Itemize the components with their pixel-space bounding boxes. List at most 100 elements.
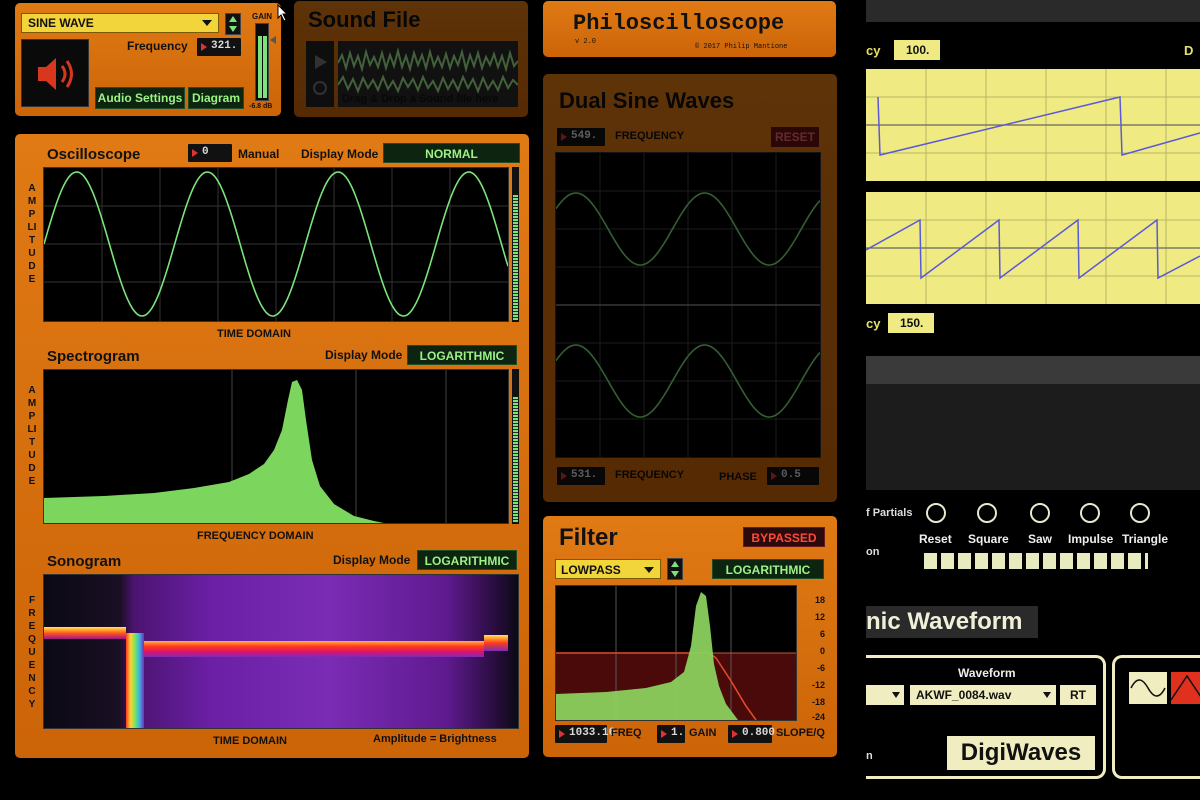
saw-knob[interactable] xyxy=(1030,503,1050,523)
gain-handle-icon[interactable] xyxy=(270,36,276,44)
chevron-down-icon xyxy=(1043,692,1051,698)
freq-bottom-number[interactable]: 150. xyxy=(888,313,934,333)
filter-response-display[interactable] xyxy=(555,585,797,721)
dual-sine-freq1-label: FREQUENCY xyxy=(615,130,685,142)
dual-sine-title: Dual Sine Waves xyxy=(559,88,735,113)
gain-meter-fill xyxy=(258,36,262,98)
filter-response-graph xyxy=(556,586,796,720)
filter-panel: Filter BYPASSED LOWPASS LOGARITHMIC 18 1… xyxy=(543,516,837,757)
oscilloscope-display-mode-label: Display Mode xyxy=(301,147,379,161)
filter-freq-number[interactable]: 1033.16 xyxy=(555,725,615,743)
filter-type-select[interactable]: LOWPASS xyxy=(555,559,661,579)
diagram-button[interactable]: Diagram xyxy=(188,87,244,109)
filter-type-value: LOWPASS xyxy=(561,563,621,577)
gain-db-readout: -6.8 dB xyxy=(249,103,273,110)
oscilloscope-display xyxy=(43,167,509,322)
mouse-cursor-icon xyxy=(277,4,289,22)
filter-scale-mode-button[interactable]: LOGARITHMIC xyxy=(712,559,824,579)
sonogram-title: Sonogram xyxy=(47,553,122,570)
oscilloscope-display-mode-button[interactable]: NORMAL xyxy=(383,143,520,163)
sonogram-display-mode-button[interactable]: LOGARITHMIC xyxy=(417,550,517,570)
bank-select[interactable] xyxy=(866,685,904,705)
triangle-button-label: Triangle xyxy=(1122,532,1169,546)
waveform-label: Waveform xyxy=(958,666,1016,680)
oscilloscope-offset-number[interactable]: 0 xyxy=(188,144,232,162)
waveform-stepper[interactable] xyxy=(225,13,241,35)
filter-gain-label: GAIN xyxy=(689,727,717,739)
spectrogram-display xyxy=(43,369,509,524)
rt-button[interactable]: RT xyxy=(1060,685,1096,705)
background-window: cy 100. D cy 150. f Partials on Reset Sq… xyxy=(865,0,1200,800)
toggle-row[interactable] xyxy=(924,553,1148,569)
sound-file-drop-zone[interactable]: Drag & Drop a Sound file here xyxy=(338,41,518,107)
spectrogram-display-mode-button[interactable]: LOGARITHMIC xyxy=(407,345,517,365)
waveform-select-value: SINE WAVE xyxy=(28,16,94,30)
drop-hint: Drag & Drop a Sound file here xyxy=(342,93,499,105)
oscilloscope-trace xyxy=(43,168,509,321)
sonogram-band-main xyxy=(144,641,484,657)
waveform-file-select[interactable]: AKWF_0084.wav xyxy=(910,685,1056,705)
square-knob[interactable] xyxy=(977,503,997,523)
filter-type-stepper[interactable] xyxy=(667,558,683,580)
frequency-label: Frequency xyxy=(127,39,188,53)
section-title: nic Waveform xyxy=(866,608,1023,635)
dual-sine-panel: Dual Sine Waves 549. FREQUENCY RESET 531… xyxy=(543,74,837,502)
db-tick: 18 xyxy=(814,595,825,605)
spectrogram-trace xyxy=(44,370,447,523)
filter-title: Filter xyxy=(559,524,618,551)
saw-scope-bottom xyxy=(865,192,1200,304)
gain-label: GAIN xyxy=(252,12,272,21)
dual-sine-phase-label: PHASE xyxy=(719,471,757,483)
play-icon[interactable] xyxy=(315,55,327,69)
frequency-number[interactable]: 321. xyxy=(197,38,241,56)
audio-settings-button[interactable]: Audio Settings xyxy=(95,87,185,109)
sonogram-band-low xyxy=(44,627,126,639)
sonogram-y-axis-label: FREQUENCY xyxy=(28,595,36,710)
spectrogram-y-axis-label: AMPLITUDE xyxy=(27,385,37,487)
filter-gain-number[interactable]: 1. xyxy=(657,725,685,743)
version-label: v 2.0 xyxy=(575,38,597,46)
copyright-label: © 2017 Philip Mantione xyxy=(695,43,788,51)
sine-shape-button[interactable] xyxy=(1129,672,1167,704)
filter-freq-label: FREQ xyxy=(611,727,642,739)
filter-slope-number[interactable]: 0.800 xyxy=(728,725,775,743)
filter-db-scale: 18 12 6 0 -6 -12 -18 -24 xyxy=(799,585,829,722)
gain-meter-fill-right xyxy=(263,36,267,98)
db-tick: -12 xyxy=(811,680,825,690)
sound-file-title: Sound File xyxy=(308,7,421,32)
filter-bypass-button[interactable]: BYPASSED xyxy=(743,527,825,547)
spectrogram-x-axis-label: FREQUENCY DOMAIN xyxy=(197,530,314,542)
spectrogram-display-mode-label: Display Mode xyxy=(325,348,403,362)
saw-trace-bottom xyxy=(865,192,1200,304)
arrow-down-icon xyxy=(671,571,679,577)
analysis-panel: Oscilloscope 0 Manual Display Mode NORMA… xyxy=(15,134,529,758)
triangle-shape-button[interactable] xyxy=(1170,672,1200,704)
header-panel: Philoscilloscope v 2.0 © 2017 Philip Man… xyxy=(543,1,836,57)
loop-icon[interactable] xyxy=(313,81,327,95)
oscilloscope-x-axis-label: TIME DOMAIN xyxy=(217,328,291,340)
spectrogram-level-fill xyxy=(513,397,518,522)
speaker-button[interactable] xyxy=(21,39,89,107)
reset-knob[interactable] xyxy=(926,503,946,523)
chevron-down-icon xyxy=(892,692,900,698)
dual-sine-freq1-number[interactable]: 549. xyxy=(557,128,605,146)
background-toolbar-2 xyxy=(866,356,1200,384)
n-label: n xyxy=(866,750,873,762)
oscilloscope-level-fill xyxy=(513,195,518,320)
dual-sine-freq2-label: FREQUENCY xyxy=(615,469,685,481)
dual-sine-phase-number[interactable]: 0.5 xyxy=(767,467,819,485)
gain-meter[interactable] xyxy=(255,23,269,101)
waveform-select[interactable]: SINE WAVE xyxy=(21,13,219,33)
arrow-up-icon xyxy=(671,561,679,567)
freq-top-number[interactable]: 100. xyxy=(894,40,940,60)
spectrogram-level-meter xyxy=(512,369,519,524)
chevron-down-icon xyxy=(644,567,654,573)
sonogram-band-tail xyxy=(484,635,508,651)
impulse-knob[interactable] xyxy=(1080,503,1100,523)
dual-sine-freq2-number[interactable]: 531. xyxy=(557,467,605,485)
dual-sine-reset-button[interactable]: RESET xyxy=(771,127,819,147)
sonogram-x-axis-label: TIME DOMAIN xyxy=(213,735,287,747)
triangle-knob[interactable] xyxy=(1130,503,1150,523)
arrow-up-icon xyxy=(229,16,237,22)
freq-bottom-label: cy xyxy=(866,316,881,331)
